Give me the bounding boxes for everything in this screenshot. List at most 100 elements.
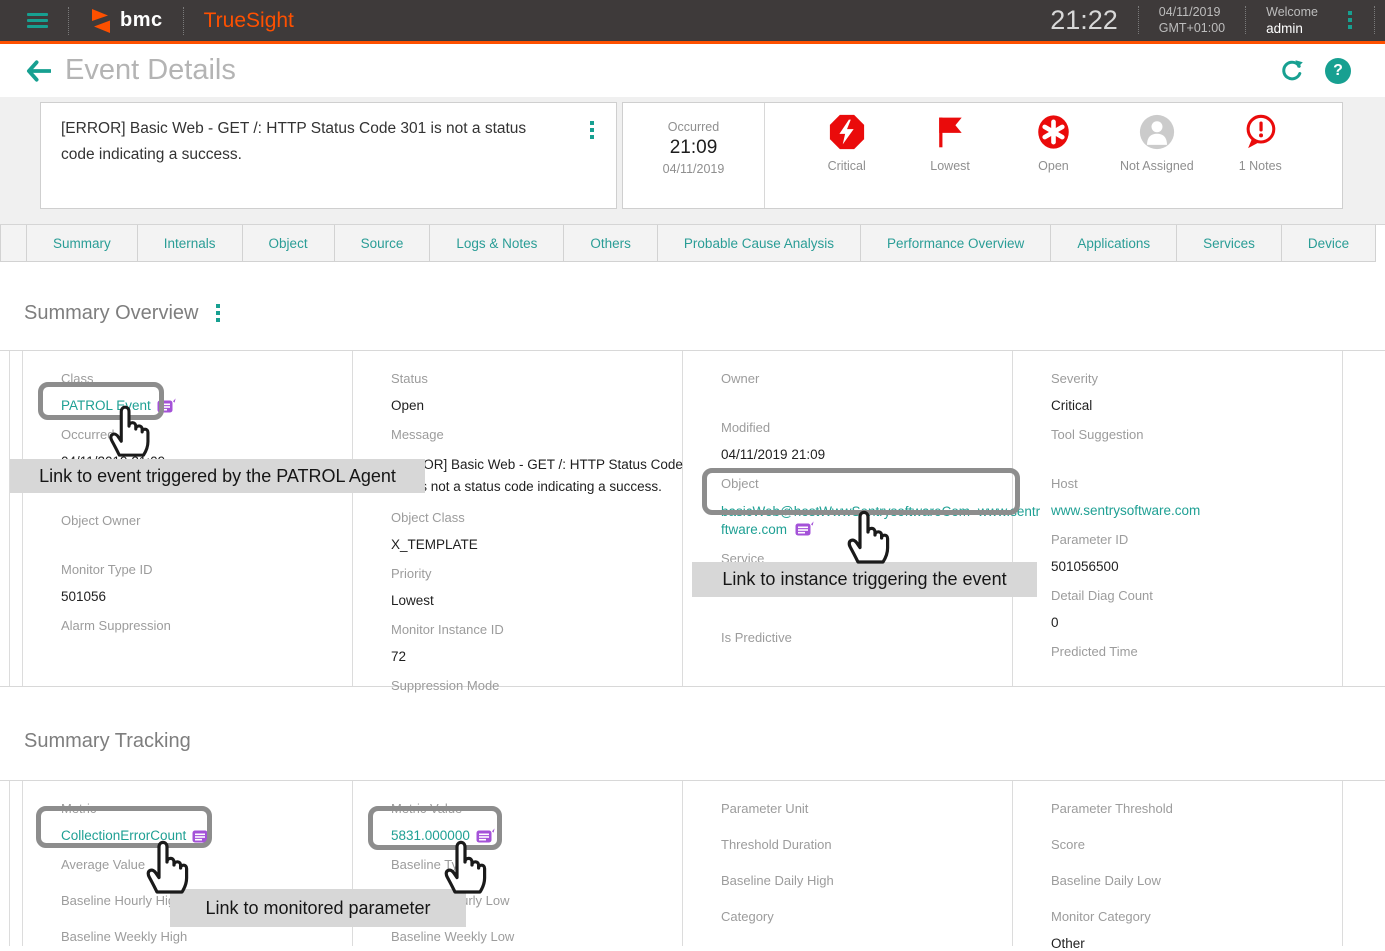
priority-label: Priority [391, 566, 682, 581]
occurred-date: 04/11/2019 [623, 162, 764, 176]
section-kebab-menu-icon[interactable] [212, 300, 224, 326]
product-name: TrueSight [204, 9, 294, 33]
divider [183, 7, 184, 35]
tool-suggestion-label: Tool Suggestion [1051, 427, 1342, 442]
tab-internals[interactable]: Internals [137, 225, 243, 262]
back-arrow-icon[interactable] [26, 60, 51, 82]
refresh-icon[interactable] [1279, 58, 1305, 84]
metric-link[interactable]: CollectionErrorCount [61, 828, 186, 843]
class-label: Class [61, 371, 352, 386]
summary-overview-title: Summary Overview [24, 300, 224, 326]
tab-bar: Summary Internals Object Source Logs & N… [0, 225, 1385, 262]
panel-gutter [10, 781, 23, 946]
severity-label: Severity [1051, 371, 1342, 386]
summary-overview-panel: Class PATROL Event Occurred 04/11/2019 2… [0, 350, 1385, 687]
owner-label: Owner [721, 371, 1012, 386]
event-banner: [ERROR] Basic Web - GET /: HTTP Status C… [0, 97, 1385, 225]
event-kebab-menu-icon[interactable] [586, 117, 598, 143]
monitor-category-label: Monitor Category [1051, 909, 1342, 924]
baseline-weekly-high-label: Baseline Weekly High [61, 929, 352, 944]
severity-badge[interactable]: Critical [802, 113, 892, 173]
welcome-label: Welcome [1266, 4, 1318, 20]
tab-summary[interactable]: Summary [26, 225, 138, 262]
launch-menu-icon[interactable] [157, 398, 176, 413]
monitor-type-id-label: Monitor Type ID [61, 562, 352, 577]
tab-applications[interactable]: Applications [1050, 225, 1177, 262]
panel-edge [0, 351, 10, 686]
status-badge[interactable]: Open [1008, 113, 1098, 173]
tab-probable-cause-analysis[interactable]: Probable Cause Analysis [657, 225, 861, 262]
help-icon[interactable]: ? [1325, 58, 1351, 84]
clock: 21:22 [1050, 5, 1118, 36]
divider [1138, 6, 1139, 34]
date-timezone: 04/11/2019 GMT+01:00 [1159, 4, 1225, 37]
predicted-time-label: Predicted Time [1051, 644, 1342, 659]
monitor-instance-id-value: 72 [391, 649, 682, 664]
panel-edge [0, 781, 10, 946]
critical-octagon-icon [828, 113, 866, 151]
panel-gutter [10, 351, 23, 686]
priority-value: Lowest [391, 593, 682, 608]
status-badges: Critical Lowest Open [765, 103, 1342, 208]
occurred-field-label: Occurred [61, 427, 352, 442]
bmc-logo: bmc [89, 8, 163, 34]
date: 04/11/2019 [1159, 4, 1225, 20]
parameter-threshold-label: Parameter Threshold [1051, 801, 1342, 816]
page-header: Event Details ? [0, 44, 1385, 97]
object-label: Object [721, 476, 1012, 491]
notes-badge[interactable]: 1 Notes [1215, 113, 1305, 173]
not-assigned-user-icon [1138, 113, 1176, 151]
object-link-line2[interactable]: ftware.com [721, 522, 787, 537]
event-info-box: Occurred 21:09 04/11/2019 Critical Lowes… [622, 102, 1343, 209]
threshold-duration-label: Threshold Duration [721, 837, 1012, 852]
tab-object[interactable]: Object [242, 225, 335, 262]
severity-value: Critical [1051, 398, 1342, 413]
topbar-kebab-menu-icon[interactable] [1344, 7, 1356, 33]
overview-column-1: Class PATROL Event Occurred 04/11/2019 2… [23, 351, 353, 686]
metric-value-link[interactable]: 5831.000000 [391, 828, 470, 843]
tab-performance-overview[interactable]: Performance Overview [860, 225, 1051, 262]
status-badge-label: Open [1038, 159, 1069, 173]
monitor-instance-id-label: Monitor Instance ID [391, 622, 682, 637]
suppression-mode-label: Suppression Mode [391, 678, 682, 693]
host-label: Host [1051, 476, 1342, 491]
username: admin [1266, 21, 1303, 36]
launch-menu-icon[interactable] [192, 828, 211, 843]
lowest-flag-icon [932, 113, 968, 151]
metric-value-label: Metric Value [391, 801, 682, 816]
tab-logs-notes[interactable]: Logs & Notes [429, 225, 564, 262]
object-link-line1[interactable]: basicWeb@hostWwwSentrysoftwareCom~www.se… [721, 504, 1040, 519]
is-predictive-label: Is Predictive [721, 630, 1012, 645]
priority-badge-label: Lowest [930, 159, 970, 173]
object-link[interactable]: basicWeb@hostWwwSentrysoftwareCom~www.se… [721, 503, 1021, 539]
assignee-badge[interactable]: Not Assigned [1112, 113, 1202, 173]
status-value: Open [391, 398, 682, 413]
alarm-suppression-label: Alarm Suppression [61, 618, 352, 633]
tab-others[interactable]: Others [563, 225, 658, 262]
baseline-type-label: Baseline Type [391, 857, 682, 872]
annotation-tooltip-parameter: Link to monitored parameter [170, 889, 466, 927]
launch-menu-icon[interactable] [476, 828, 495, 843]
occurred-label: Occurred [623, 120, 764, 134]
host-link[interactable]: www.sentrysoftware.com [1051, 503, 1200, 518]
average-value-label: Average Value [61, 857, 352, 872]
annotation-tooltip-patrol: Link to event triggered by the PATROL Ag… [10, 459, 425, 493]
divider [68, 7, 69, 35]
parameter-id-label: Parameter ID [1051, 532, 1342, 547]
summary-tracking-heading: Summary Tracking [24, 730, 191, 753]
tracking-column-4: Parameter Threshold Score Baseline Daily… [1013, 781, 1343, 946]
object-owner-label: Object Owner [61, 513, 352, 528]
top-bar: bmc TrueSight 21:22 04/11/2019 GMT+01:00… [0, 0, 1385, 44]
class-link[interactable]: PATROL Event [61, 398, 151, 413]
tab-stub [0, 225, 27, 262]
tab-source[interactable]: Source [334, 225, 431, 262]
user-menu[interactable]: Welcome admin [1266, 4, 1318, 38]
priority-badge[interactable]: Lowest [905, 113, 995, 173]
tab-services[interactable]: Services [1176, 225, 1282, 262]
launch-menu-icon[interactable] [795, 521, 814, 536]
category-label: Category [721, 909, 1012, 924]
message-value: [ERROR] Basic Web - GET /: HTTP Status C… [391, 454, 691, 498]
tab-device[interactable]: Device [1281, 225, 1376, 262]
hamburger-menu-icon[interactable] [27, 10, 48, 31]
occurred-time: 21:09 [623, 137, 764, 159]
